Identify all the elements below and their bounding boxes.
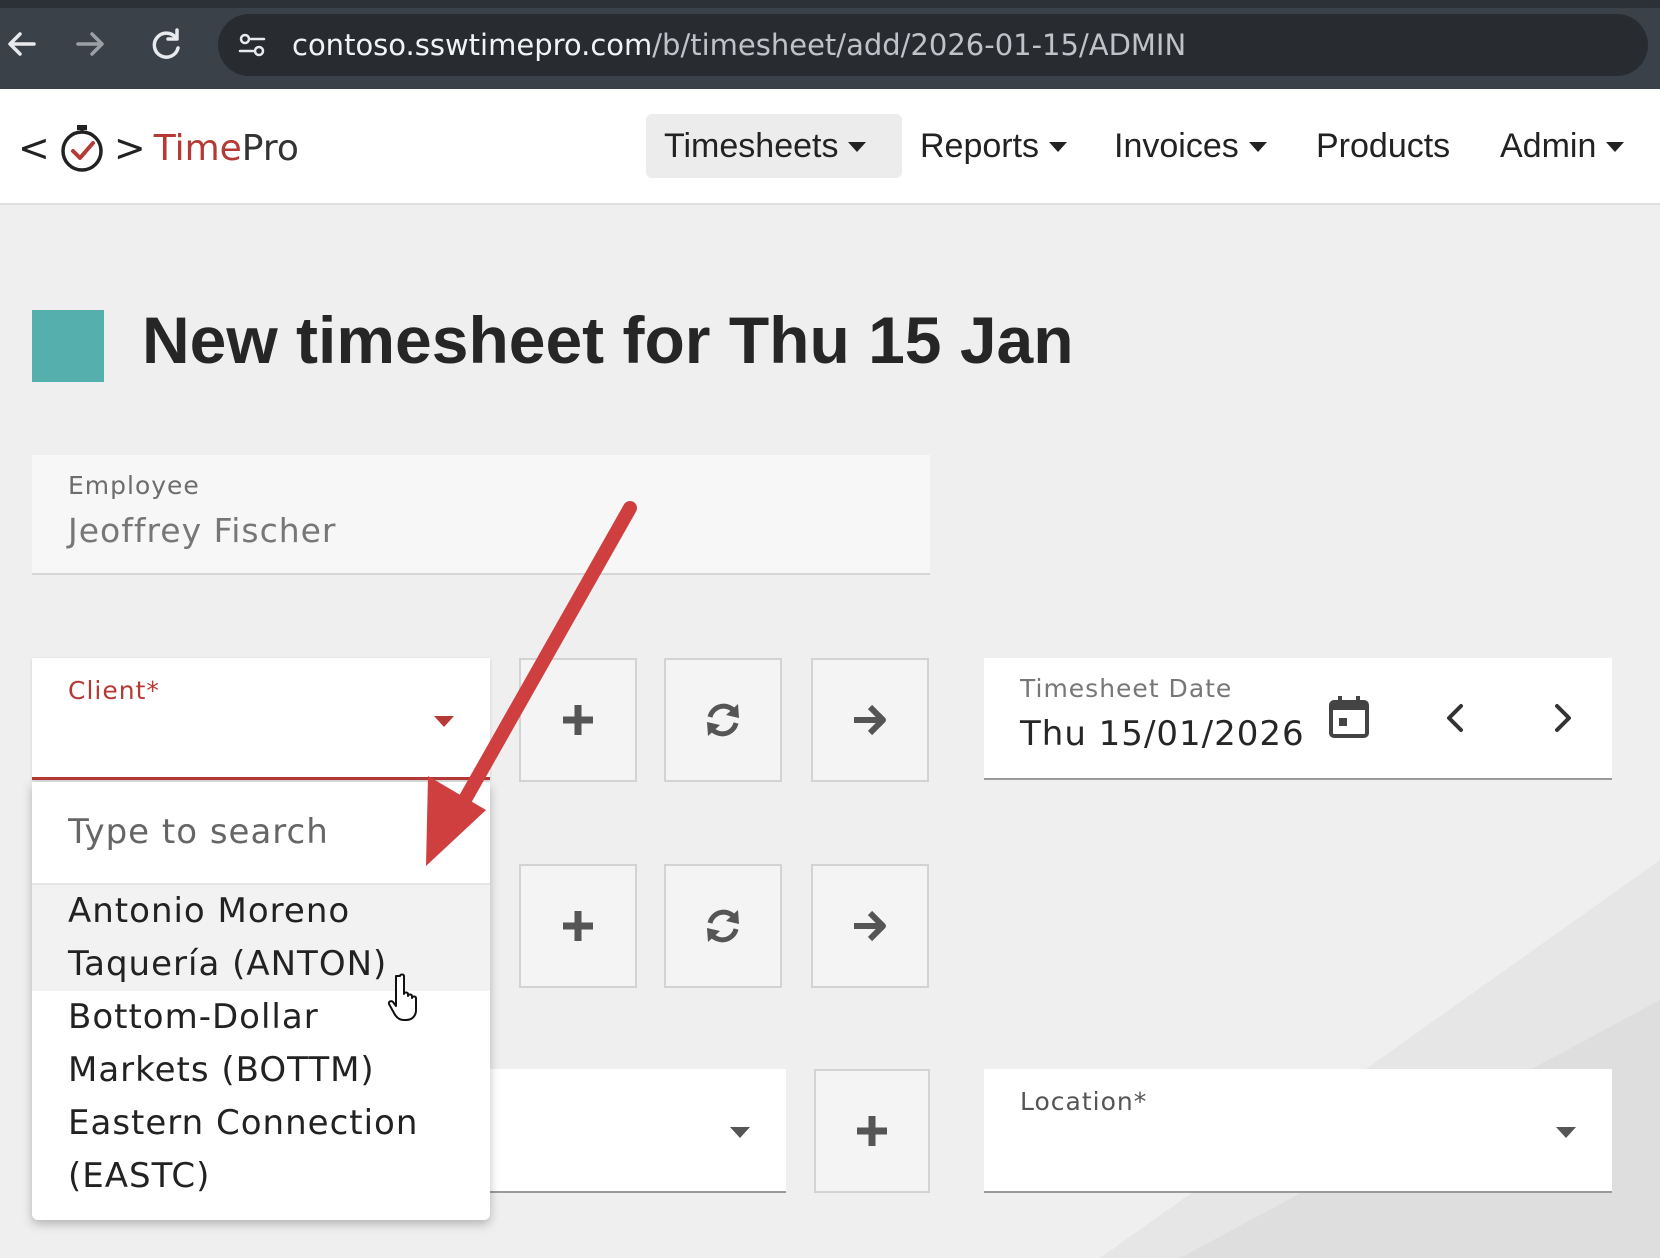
timesheet-date-label: Timesheet Date	[1020, 674, 1233, 703]
title-color-swatch	[32, 310, 104, 382]
employee-value: Jeoffrey Fischer	[68, 511, 337, 550]
go-to-client-button[interactable]	[811, 658, 929, 782]
client-search-input[interactable]	[68, 810, 458, 854]
arrow-right-icon	[854, 910, 886, 942]
category-select[interactable]	[460, 1069, 786, 1193]
client-select[interactable]: Client*	[32, 658, 490, 780]
client-option-line: (EASTC)	[68, 1156, 211, 1196]
add-client-button[interactable]	[519, 658, 637, 782]
employee-field: Employee Jeoffrey Fischer	[32, 455, 930, 575]
hand-cursor-icon	[388, 973, 417, 1021]
go-to-project-button[interactable]	[811, 864, 929, 988]
page-title: New timesheet for Thu 15 Jan	[142, 303, 1074, 377]
add-project-button[interactable]	[519, 864, 637, 988]
chevron-down-icon	[434, 716, 454, 727]
location-label: Location*	[1020, 1087, 1148, 1116]
client-label: Client*	[68, 676, 160, 705]
client-option-line: Markets (BOTTM)	[68, 1050, 375, 1090]
add-category-button[interactable]	[814, 1069, 930, 1193]
refresh-clients-button[interactable]	[664, 658, 782, 782]
client-option[interactable]: Eastern Connection (EASTC)	[32, 1097, 490, 1203]
refresh-projects-button[interactable]	[664, 864, 782, 988]
employee-label: Employee	[68, 471, 200, 500]
refresh-icon	[707, 703, 739, 737]
chevron-down-icon	[1556, 1127, 1576, 1138]
plus-icon	[563, 705, 593, 735]
next-day-icon[interactable]	[1542, 698, 1582, 738]
client-search-box[interactable]	[32, 782, 490, 885]
location-select[interactable]: Location*	[984, 1069, 1612, 1193]
arrow-right-icon	[854, 704, 886, 736]
plus-icon	[563, 911, 593, 941]
timesheet-date-value[interactable]: Thu 15/01/2026	[1020, 714, 1305, 754]
timesheet-date-field[interactable]: Timesheet Date Thu 15/01/2026	[984, 658, 1612, 780]
refresh-icon	[707, 909, 739, 943]
client-option-line: Antonio Moreno	[68, 891, 351, 931]
chevron-down-icon	[730, 1127, 750, 1138]
plus-icon	[857, 1116, 887, 1146]
client-option-line: Eastern Connection	[68, 1103, 419, 1143]
previous-day-icon[interactable]	[1436, 698, 1476, 738]
calendar-icon[interactable]	[1328, 694, 1370, 740]
